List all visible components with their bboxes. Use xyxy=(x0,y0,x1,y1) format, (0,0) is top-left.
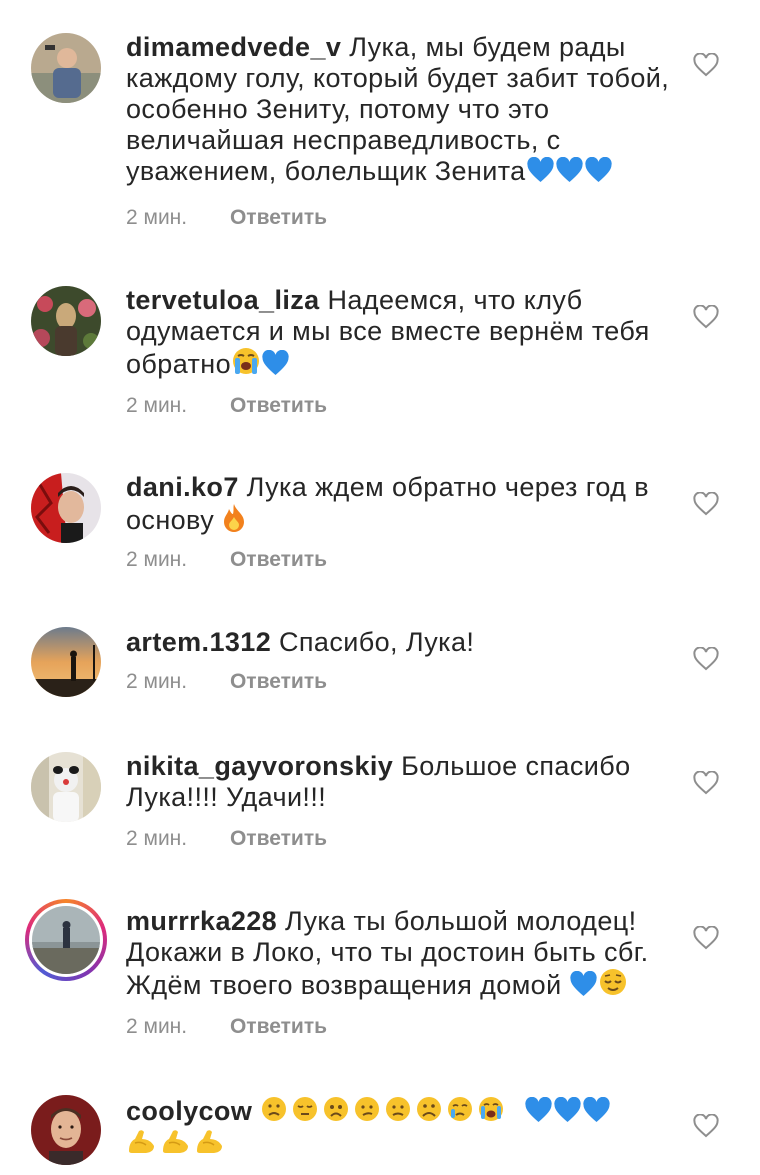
reply-button[interactable]: Ответить xyxy=(230,827,327,850)
blue-heart-icon xyxy=(524,1097,553,1123)
like-heart-icon[interactable] xyxy=(693,1114,719,1138)
comment-meta: 2 мин. Ответить xyxy=(126,670,327,694)
blue-heart-icon xyxy=(584,157,613,183)
blue-heart-icon xyxy=(261,350,290,376)
comment-username[interactable]: coolycow xyxy=(126,1096,252,1126)
avatar[interactable] xyxy=(31,1095,101,1165)
comment-time: 2 мин. xyxy=(126,548,188,571)
comment-meta: 2 мин. Ответить xyxy=(126,394,327,418)
like-heart-icon[interactable] xyxy=(693,647,719,671)
comment-username[interactable]: nikita_gayvoronskiy xyxy=(126,751,393,781)
comment-username[interactable]: artem.1312 xyxy=(126,627,271,657)
comment-text: nikita_gayvoronskiy Большое спасибо Лука… xyxy=(126,751,676,813)
avatar[interactable] xyxy=(31,286,101,356)
avatar-image xyxy=(31,286,101,356)
avatar-image xyxy=(31,627,101,697)
avatar[interactable] xyxy=(31,473,101,543)
avatar[interactable] xyxy=(31,752,101,822)
blue-heart-icon xyxy=(582,1097,611,1123)
avatar-image xyxy=(31,752,101,822)
like-heart-icon[interactable] xyxy=(693,492,719,516)
comment-time: 2 мин. xyxy=(126,394,188,417)
avatar[interactable] xyxy=(31,627,101,697)
comment-body: Спасибо, Лука! xyxy=(279,627,475,657)
avatar[interactable] xyxy=(31,33,101,103)
blue-heart-icon xyxy=(526,157,555,183)
avatar-story-ring[interactable] xyxy=(25,899,107,981)
comment-time: 2 мин. xyxy=(126,670,188,693)
reply-button[interactable]: Ответить xyxy=(230,1015,327,1038)
comment-username[interactable]: dani.ko7 xyxy=(126,472,239,502)
reply-button[interactable]: Ответить xyxy=(230,548,327,571)
blue-heart-icon xyxy=(569,971,598,997)
reply-button[interactable]: Ответить xyxy=(230,206,327,229)
like-heart-icon[interactable] xyxy=(693,926,719,950)
comment-meta: 2 мин. Ответить xyxy=(126,827,327,851)
avatar-image xyxy=(31,33,101,103)
comment-meta: 2 мин. Ответить xyxy=(126,206,327,230)
flexed-biceps-icon xyxy=(126,1127,226,1155)
comment-meta: 2 мин. Ответить xyxy=(126,548,327,572)
blue-heart-icon xyxy=(553,1097,582,1123)
relieved-face-icon xyxy=(598,968,628,997)
comment-time: 2 мин. xyxy=(126,206,188,229)
comment-text: murrrka228 Лука ты большой молодец! Дока… xyxy=(126,906,676,1001)
comment-meta: 2 мин. Ответить xyxy=(126,1015,327,1039)
comment-time: 2 мин. xyxy=(126,1015,188,1038)
like-heart-icon[interactable] xyxy=(693,53,719,77)
blue-heart-icon xyxy=(555,157,584,183)
comment-text: tervetuloa_liza Надеемся, что клуб одума… xyxy=(126,285,676,380)
like-heart-icon[interactable] xyxy=(693,771,719,795)
avatar-image xyxy=(32,906,100,974)
like-heart-icon[interactable] xyxy=(693,305,719,329)
comment-text: coolycow xyxy=(126,1094,676,1159)
avatar-image xyxy=(31,473,101,543)
comment-body: Лука, мы будем рады xyxy=(349,32,626,62)
reply-button[interactable]: Ответить xyxy=(230,394,327,417)
comment-text: dani.ko7 Лука ждем обратно через год в о… xyxy=(126,472,676,536)
fire-icon xyxy=(222,503,246,532)
comment-username[interactable]: dimamedvede_v xyxy=(126,32,341,62)
comment-time: 2 мин. xyxy=(126,827,188,850)
reply-button[interactable]: Ответить xyxy=(230,670,327,693)
avatar-image xyxy=(31,1095,101,1165)
sad-faces-icon xyxy=(260,1094,516,1123)
comment-username[interactable]: tervetuloa_liza xyxy=(126,285,320,315)
comment-text: artem.1312 Спасибо, Лука! xyxy=(126,627,676,658)
comment-username[interactable]: murrrka228 xyxy=(126,906,277,936)
comment-text: dimamedvede_v Лука, мы будем рады каждом… xyxy=(126,32,676,187)
loudly-crying-face-icon xyxy=(231,347,261,376)
